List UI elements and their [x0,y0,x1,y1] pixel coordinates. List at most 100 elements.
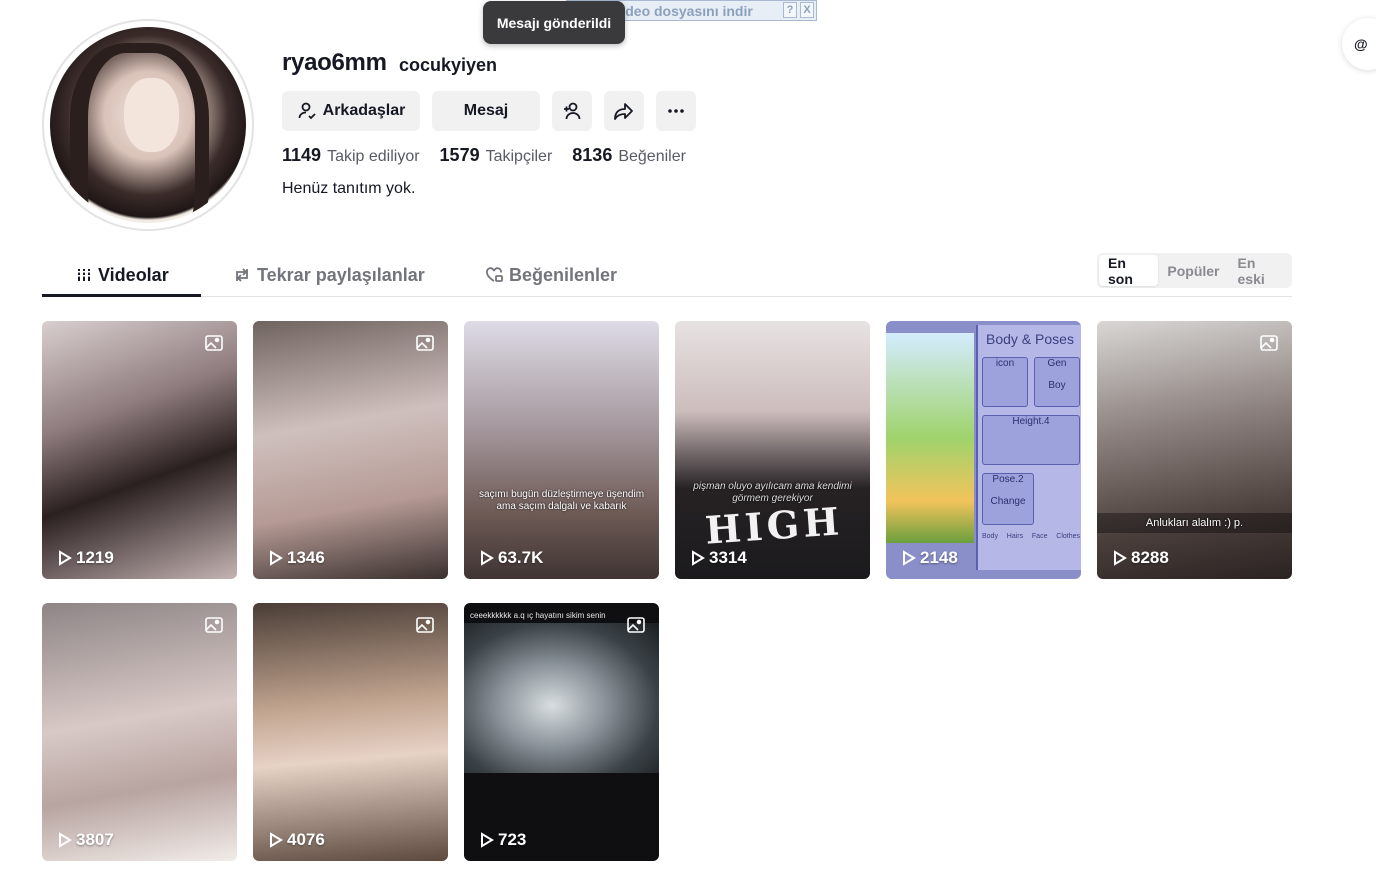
view-count-value: 723 [498,830,527,849]
view-count: 8288 [1113,548,1169,568]
tab-liked[interactable]: Beğenilenler [485,253,617,297]
sort-toggle: En son Popüler En eski [1097,253,1292,288]
sort-oldest[interactable]: En eski [1229,255,1290,287]
view-count-value: 1219 [76,548,114,567]
game-panel-title: Body & Poses [986,331,1074,347]
game-scene [886,333,974,543]
game-icon-label: icon [995,358,1015,369]
video-card[interactable]: 3807 [42,603,237,861]
share-button[interactable] [604,91,644,131]
view-count: 4076 [269,830,325,850]
game-bottom-face: Face [1031,533,1048,540]
help-button[interactable]: ? [783,2,797,18]
photo-icon [205,335,223,351]
nickname: cocukyiyen [399,55,498,75]
sort-popular[interactable]: Popüler [1158,255,1228,286]
corner-button[interactable]: @ [1342,18,1376,70]
video-card[interactable]: 4076 [253,603,448,861]
tab-liked-label: Beğenilenler [509,264,618,285]
view-count-value: 3314 [709,548,747,567]
profile-bio: Henüz tanıtım yok. [282,180,416,197]
tab-reposts-label: Tekrar paylaşılanlar [257,264,425,285]
play-icon [270,832,283,848]
play-icon [903,550,916,566]
play-icon [481,550,494,566]
likes-stat: 8136 Beğeniler [572,145,686,166]
likes-label: Beğeniler [618,148,686,165]
view-count-value: 63.7K [498,548,544,567]
more-icon [668,109,684,113]
close-button[interactable]: X [800,2,814,18]
game-change-label: Change [990,496,1026,507]
following-label: Takip ediliyor [327,148,420,165]
view-count: 2148 [902,548,958,568]
following-count: 1149 [282,145,322,165]
play-icon [59,832,72,848]
user-check-icon [298,102,316,120]
play-icon [481,832,494,848]
video-caption: Anlukları alalım :) p. [1097,513,1292,533]
game-pose-box: Pose.2 Change [982,473,1034,525]
game-bottom-body: Body [982,533,998,540]
video-caption: saçımı bugün düzleştirmeye üşendim ama s… [478,489,645,512]
followers-stat[interactable]: 1579 Takipçiler [440,145,553,166]
message-button[interactable]: Mesaj [432,91,540,131]
username: ryao6mm [282,49,387,76]
view-count-value: 4076 [287,830,325,849]
video-caption: ceeekkkkkk a.q ıç hayatını sikim senin [470,611,606,620]
game-gen-box: Gen Boy [1034,357,1080,407]
game-gen-label: Gen [1047,358,1067,369]
video-card[interactable]: Body & Poses icon Gen Boy Height.4 Pose.2… [886,321,1081,579]
view-count: 1219 [58,548,114,568]
game-height-label: Height.4 [1012,416,1050,427]
tab-reposts[interactable]: Tekrar paylaşılanlar [233,253,425,297]
tab-videos[interactable]: Videolar [76,253,169,297]
game-icon-box: icon [982,357,1028,407]
friends-button[interactable]: Arkadaşlar [282,91,420,131]
play-icon [59,550,72,566]
video-card[interactable]: saçımı bugün düzleştirmeye üşendim ama s… [464,321,659,579]
view-count: 3807 [58,830,114,850]
play-icon [270,550,283,566]
followers-label: Takipçiler [485,148,553,165]
video-card[interactable]: ceeekkkkkk a.q ıç hayatını sikim senin 7… [464,603,659,861]
view-count-value: 8288 [1131,548,1169,567]
cat-image [464,623,659,773]
video-card[interactable]: 1346 [253,321,448,579]
friends-button-label: Arkadaşlar [322,102,406,119]
toast-message: Mesajı gönderildi [483,1,625,44]
grid-icon [77,269,91,281]
avatar-image [50,27,246,223]
view-count-value: 2148 [920,548,958,567]
more-options-button[interactable] [656,91,696,131]
add-user-icon [564,102,581,120]
game-height-box: Height.4 [982,415,1080,465]
repost-icon [236,268,248,282]
share-icon [614,103,633,120]
photo-icon [416,335,434,351]
view-count-value: 3807 [76,830,114,849]
game-bottom-hairs: Hairs [1006,533,1024,540]
add-user-button[interactable] [552,91,592,131]
game-bottom-bar: Body Hairs Face Clothes [982,533,1080,540]
following-stat[interactable]: 1149 Takip ediliyor [282,145,420,166]
video-card[interactable]: 1219 [42,321,237,579]
play-icon [1114,550,1127,566]
video-card[interactable]: Anlukları alalım :) p. 8288 [1097,321,1292,579]
photo-icon [627,617,645,633]
photo-icon [416,617,434,633]
tab-videos-label: Videolar [98,264,169,285]
photo-icon [205,617,223,633]
likes-count: 8136 [572,145,613,165]
video-card[interactable]: pişman oluyo ayılıcam ama kendimi görmem… [675,321,870,579]
avatar[interactable] [42,19,254,231]
sort-latest[interactable]: En son [1099,255,1159,287]
shirt-text: HIGH [703,498,845,553]
view-count: 3314 [691,548,747,568]
followers-count: 1579 [439,145,480,165]
play-icon [692,550,705,566]
game-boy-label: Boy [1048,380,1066,391]
active-tab-indicator [42,294,201,297]
game-bottom-clothes: Clothes [1056,533,1080,540]
view-count-value: 1346 [287,548,325,567]
